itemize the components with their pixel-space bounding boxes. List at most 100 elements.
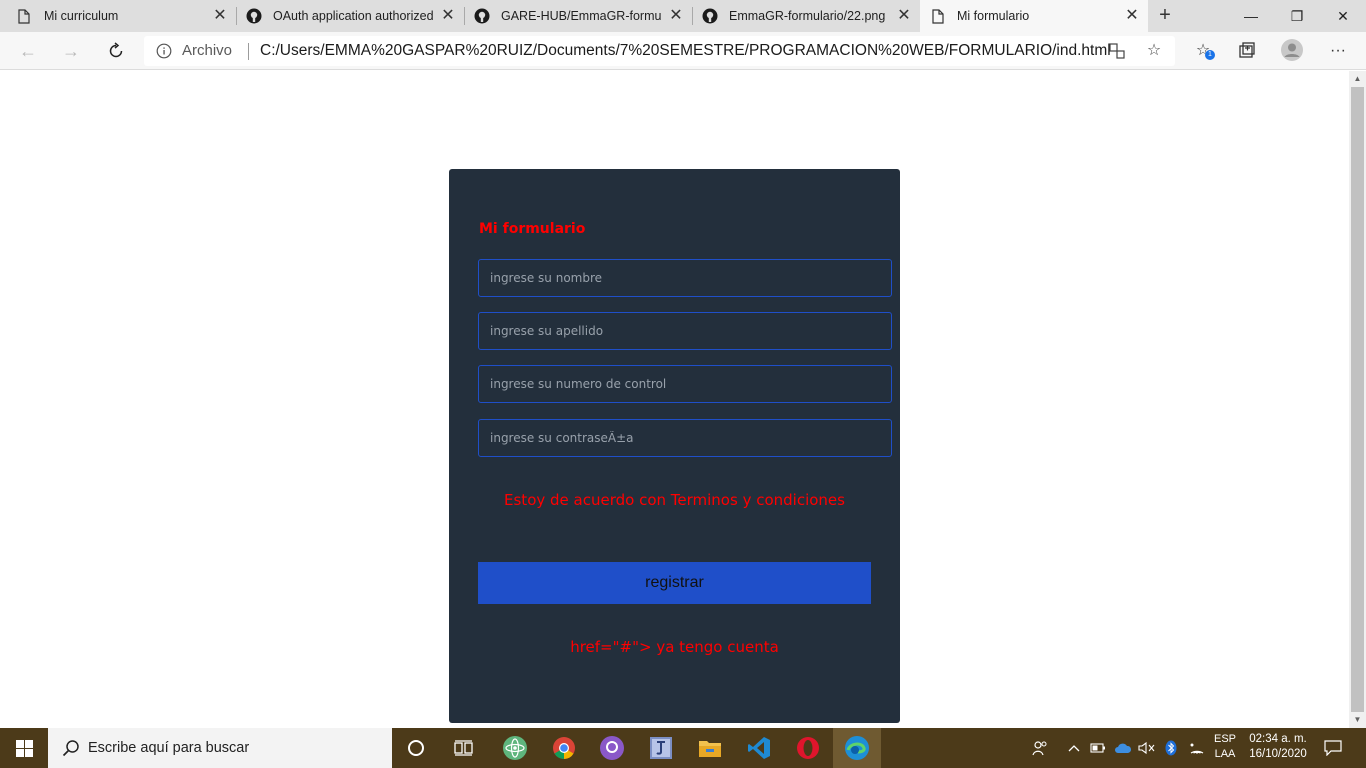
close-icon[interactable]: ✕ (212, 8, 228, 24)
tab-label: Mi formulario (957, 9, 1030, 23)
clock-time: 02:34 a. m. (1249, 733, 1307, 745)
tab-label: GARE-HUB/EmmaGR-formular (501, 9, 661, 23)
tab-oauth[interactable]: OAuth application authorized ✕ (236, 0, 464, 32)
scheme-label: Archivo (182, 42, 233, 59)
terms-text: Estoy de acuerdo con Terminos y condicio… (504, 491, 845, 509)
chrome-icon (553, 737, 575, 759)
back-button[interactable]: ← (14, 38, 42, 64)
taskbar-search[interactable]: Escribe aquí para buscar (48, 728, 392, 768)
onedrive-icon[interactable] (1112, 728, 1134, 768)
scroll-up-icon[interactable]: ▲ (1349, 71, 1366, 87)
people-icon[interactable] (1028, 728, 1052, 768)
close-icon: ✕ (1337, 7, 1349, 24)
jcreator-icon (650, 737, 672, 759)
input-language[interactable]: ESP LAA (1212, 732, 1238, 762)
file-explorer-app[interactable] (686, 728, 734, 768)
file-explorer-icon (699, 741, 721, 757)
system-clock[interactable]: 02:34 a. m. 16/10/2020 (1246, 732, 1310, 762)
info-icon[interactable] (156, 43, 172, 59)
url-divider (248, 43, 249, 60)
page-icon (930, 8, 946, 24)
task-view-button[interactable] (440, 728, 488, 768)
have-account-link[interactable]: href="#"> ya tengo cuenta (449, 638, 900, 656)
tab-gare-hub[interactable]: GARE-HUB/EmmaGR-formular ✕ (464, 0, 692, 32)
windows-logo-icon (15, 739, 33, 757)
volume-muted-icon[interactable] (1136, 728, 1158, 768)
new-tab-button[interactable]: + (1154, 4, 1176, 26)
read-aloud-icon[interactable] (1108, 42, 1126, 60)
arrow-right-icon: → (62, 40, 80, 61)
page-viewport: Mi formulario Estoy de acuerdo con Termi… (0, 71, 1349, 728)
battery-icon[interactable] (1088, 728, 1108, 768)
tab-label: Mi curriculum (44, 9, 119, 23)
vscode-app[interactable] (735, 728, 783, 768)
atom-app[interactable] (491, 728, 539, 768)
start-button[interactable] (0, 728, 48, 768)
search-placeholder: Escribe aquí para buscar (88, 740, 250, 756)
tab-mi-formulario[interactable]: Mi formulario ✕ (920, 0, 1148, 32)
chevron-up-icon[interactable] (1064, 728, 1084, 768)
notifications-icon[interactable] (1320, 728, 1346, 768)
edge-icon (845, 736, 869, 760)
task-view-icon (454, 740, 473, 756)
github-icon (246, 8, 262, 24)
address-bar[interactable]: Archivo C:/Users/EMMA%20GASPAR%20RUIZ/Do… (144, 36, 1175, 66)
opera-app[interactable] (784, 728, 832, 768)
url-text[interactable]: C:/Users/EMMA%20GASPAR%20RUIZ/Documents/… (260, 42, 1111, 60)
browser-toolbar: ← → Archivo C:/Users/EMMA%20GASPAR%20RUI… (0, 32, 1366, 70)
profile-avatar-icon[interactable] (1281, 39, 1303, 61)
wifi-icon[interactable] (1186, 728, 1208, 768)
refresh-button[interactable] (102, 38, 130, 64)
forward-button[interactable]: → (57, 38, 85, 64)
notification-badge: 1 (1205, 50, 1215, 60)
search-icon (62, 740, 79, 757)
github-desktop-icon (600, 736, 624, 760)
arrow-left-icon: ← (19, 40, 37, 61)
tab-strip: Mi curriculum ✕ OAuth application author… (0, 0, 1366, 32)
clock-date: 16/10/2020 (1249, 748, 1307, 760)
apellido-input[interactable] (478, 312, 892, 350)
register-button[interactable]: registrar (478, 562, 871, 604)
more-menu-icon[interactable]: ··· (1328, 41, 1348, 61)
close-icon[interactable]: ✕ (1124, 8, 1140, 24)
form-title: Mi formulario (479, 221, 586, 237)
minimize-button[interactable]: — (1228, 0, 1274, 32)
minimize-icon: — (1244, 8, 1258, 24)
numero-control-input[interactable] (478, 365, 892, 403)
keyboard-layout: LAA (1214, 748, 1236, 760)
tab-emmagr-png[interactable]: EmmaGR-formulario/22.png at ✕ (692, 0, 920, 32)
password-input[interactable] (478, 419, 892, 457)
restore-icon: ❐ (1290, 7, 1304, 24)
tab-label: EmmaGR-formulario/22.png at (729, 9, 889, 23)
github-icon (474, 8, 490, 24)
registration-form: Mi formulario Estoy de acuerdo con Termi… (449, 169, 900, 723)
favorites-icon[interactable]: ☆ 1 (1193, 41, 1215, 61)
jcreator-app[interactable] (637, 728, 685, 768)
vertical-scrollbar[interactable]: ▲ ▼ (1349, 71, 1366, 728)
close-icon[interactable]: ✕ (668, 8, 684, 24)
tab-mi-curriculum[interactable]: Mi curriculum ✕ (0, 0, 236, 32)
chrome-app[interactable] (540, 728, 588, 768)
close-window-button[interactable]: ✕ (1320, 0, 1366, 32)
restore-button[interactable]: ❐ (1274, 0, 1320, 32)
scroll-down-icon[interactable]: ▼ (1349, 712, 1366, 728)
github-icon (702, 8, 718, 24)
bluetooth-icon[interactable] (1160, 728, 1182, 768)
edge-app[interactable] (833, 728, 881, 768)
page-icon (16, 8, 32, 24)
close-icon[interactable]: ✕ (896, 8, 912, 24)
cortana-button[interactable] (392, 728, 440, 768)
favorite-star-icon[interactable]: ☆ (1145, 42, 1163, 60)
cortana-icon (408, 740, 424, 756)
refresh-icon (109, 42, 123, 58)
language-code: ESP (1213, 733, 1236, 745)
windows-taskbar: Escribe aquí para buscar ESP LAA 02:34 a… (0, 728, 1366, 768)
collections-icon[interactable] (1237, 41, 1257, 61)
nombre-input[interactable] (478, 259, 892, 297)
close-icon[interactable]: ✕ (440, 8, 456, 24)
github-desktop-app[interactable] (588, 728, 636, 768)
scroll-thumb[interactable] (1351, 87, 1364, 712)
vscode-icon (748, 737, 770, 759)
atom-icon (503, 736, 527, 760)
opera-icon (797, 737, 819, 759)
